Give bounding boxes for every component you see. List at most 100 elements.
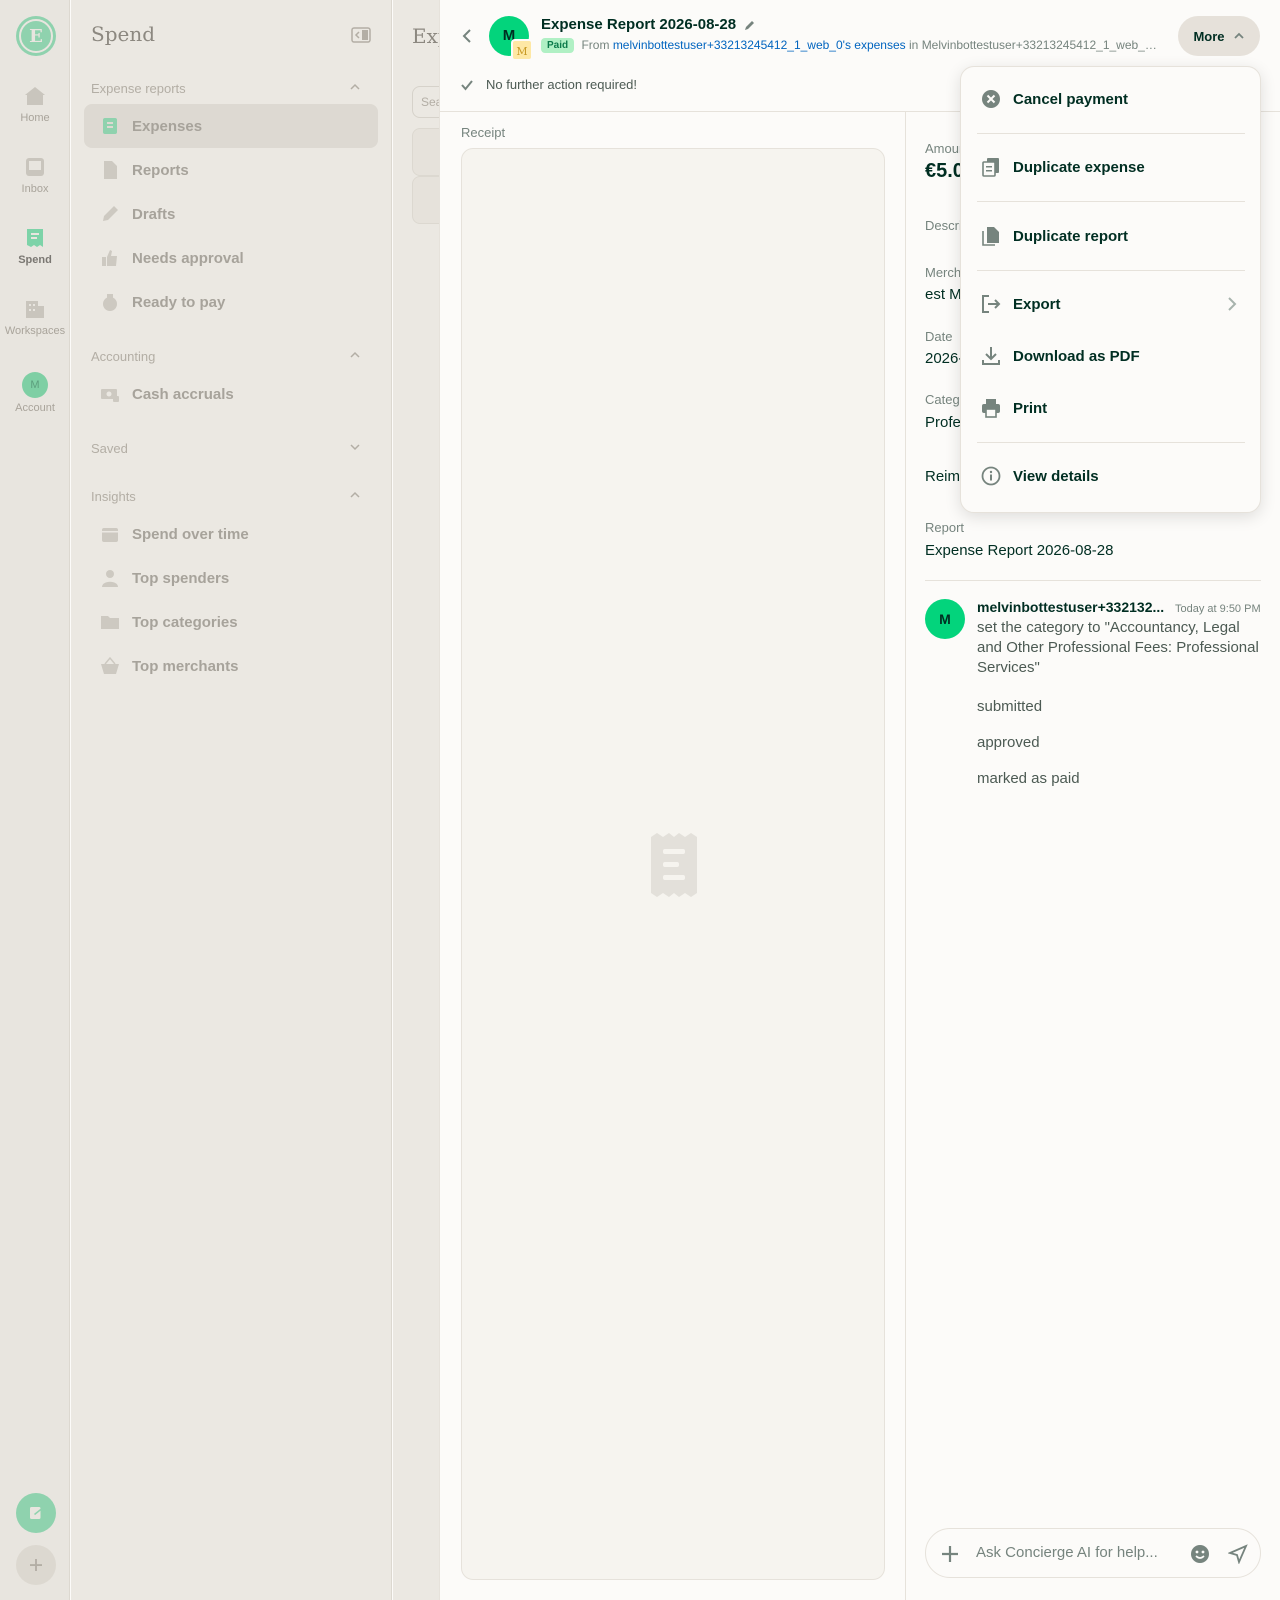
- menu-item-label: Duplicate report: [1013, 227, 1129, 245]
- report-subtitle: Paid From melvinbottestuser+33213245412_…: [541, 38, 1161, 54]
- merchant-value[interactable]: est M: [925, 286, 962, 303]
- rail-inbox-label: Inbox: [21, 183, 49, 195]
- receipt-icon: [103, 118, 117, 134]
- section-saved[interactable]: Saved: [91, 441, 361, 456]
- menu-divider: [977, 270, 1245, 271]
- menu-item-label: View details: [1013, 467, 1099, 485]
- nav-item-label: Expenses: [132, 117, 203, 135]
- section-expense-reports[interactable]: Expense reports: [91, 81, 361, 96]
- composer-placeholder[interactable]: Ask Concierge AI for help...: [976, 1544, 1158, 1561]
- search-input[interactable]: Search: [412, 86, 439, 118]
- user-icon: [102, 570, 118, 587]
- menu-divider: [977, 133, 1245, 134]
- list-item[interactable]: [412, 176, 439, 224]
- thumbs-up-icon: [102, 250, 117, 266]
- more-button[interactable]: More: [1178, 16, 1260, 56]
- menu-item-print[interactable]: Print: [961, 382, 1262, 434]
- basket-icon: [101, 656, 119, 674]
- rail-account[interactable]: M Account: [0, 372, 70, 414]
- status-badge: Paid: [541, 38, 575, 54]
- section-accounting-label: Accounting: [91, 349, 156, 364]
- export-icon: [982, 295, 1001, 313]
- section-insights[interactable]: Insights: [91, 489, 361, 504]
- status-text: No further action required!: [486, 77, 638, 92]
- receipt-label: Receipt: [461, 125, 506, 140]
- expensify-logo-icon[interactable]: E: [16, 16, 56, 56]
- activity-actor[interactable]: melvinbottestuser+332132...: [977, 599, 1167, 615]
- chevron-up-icon: [350, 83, 360, 90]
- nav-item-label: Drafts: [132, 205, 176, 223]
- chevron-up-icon: [350, 351, 360, 358]
- date-label: Date: [925, 329, 953, 344]
- rail-home[interactable]: Home: [0, 84, 70, 124]
- pencil-icon: [745, 21, 755, 31]
- nav-item-label: Ready to pay: [132, 293, 226, 311]
- nav-item-reports[interactable]: Reports: [84, 148, 378, 192]
- section-saved-label: Saved: [91, 441, 128, 456]
- menu-item-download-pdf[interactable]: Download as PDF: [961, 330, 1262, 382]
- nav-item-spend-over-time[interactable]: Spend over time: [84, 512, 378, 556]
- printer-icon: [982, 399, 1000, 418]
- cash-icon: [101, 389, 119, 402]
- nav-item-top-merchants[interactable]: Top merchants: [84, 644, 378, 688]
- spend-icon: [27, 229, 43, 247]
- rail-workspaces-label: Workspaces: [4, 325, 66, 337]
- rail-workspaces[interactable]: Workspaces: [0, 297, 70, 337]
- activity-text: set the category to "Accountancy, Legal …: [977, 619, 1259, 676]
- category-value[interactable]: Profe: [925, 414, 961, 431]
- report-title[interactable]: Expense Report 2026-08-28: [541, 16, 756, 33]
- from-link[interactable]: melvinbottestuser+33213245412_1_web_0's …: [613, 38, 906, 52]
- rail-home-label: Home: [20, 112, 50, 124]
- plus-icon: [30, 1559, 42, 1571]
- nav-item-ready-to-pay[interactable]: Ready to pay: [84, 280, 378, 324]
- activity-line: marked as paid: [977, 770, 1080, 787]
- workspace-name: Melvinbottestuser+33213245412_1_web_0...: [921, 38, 1161, 52]
- nav-item-drafts[interactable]: Drafts: [84, 192, 378, 236]
- menu-divider: [977, 201, 1245, 202]
- report-value[interactable]: Expense Report 2026-08-28: [925, 542, 1113, 559]
- plus-icon[interactable]: [940, 1544, 960, 1564]
- send-icon[interactable]: [1228, 1544, 1248, 1564]
- nav-item-label: Top categories: [132, 613, 238, 631]
- back-arrow-icon[interactable]: [460, 28, 476, 44]
- menu-item-label: Export: [1013, 295, 1061, 313]
- download-icon: [982, 347, 1000, 365]
- nav-item-top-spenders[interactable]: Top spenders: [84, 556, 378, 600]
- rail-spend[interactable]: Spend: [0, 226, 70, 266]
- duplicate-icon: [982, 158, 999, 177]
- report-label: Report: [925, 520, 965, 535]
- avatar[interactable]: M: [925, 599, 965, 639]
- list-item[interactable]: [412, 128, 439, 176]
- avatar: M: [22, 372, 48, 398]
- money-bag-icon: [103, 294, 117, 311]
- nav-item-label: Cash accruals: [132, 385, 234, 403]
- nav-item-top-categories[interactable]: Top categories: [84, 600, 378, 644]
- nav-item-expenses[interactable]: Expenses: [84, 104, 378, 148]
- menu-item-export[interactable]: Export: [961, 278, 1262, 330]
- pencil-icon: [103, 206, 118, 221]
- nav-item-cash-accruals[interactable]: Cash accruals: [84, 372, 378, 416]
- date-value[interactable]: 2026-: [925, 350, 963, 367]
- add-button[interactable]: [16, 1545, 56, 1585]
- collapse-sidebar-icon[interactable]: [351, 27, 371, 43]
- report-title-text: Expense Report 2026-08-28: [541, 16, 737, 33]
- new-expense-button[interactable]: [16, 1493, 56, 1533]
- rail-inbox[interactable]: Inbox: [0, 155, 70, 195]
- expenses-list-panel: Expenses Search: [393, 0, 439, 1600]
- compose-icon: [30, 1507, 43, 1519]
- nav-title: Spend: [91, 22, 156, 46]
- menu-item-duplicate-report[interactable]: Duplicate report: [961, 210, 1262, 262]
- emoji-icon[interactable]: [1190, 1544, 1210, 1564]
- menu-item-label: Download as PDF: [1013, 347, 1140, 365]
- document-icon: [982, 227, 999, 246]
- cancel-icon: [982, 90, 1000, 108]
- section-accounting[interactable]: Accounting: [91, 349, 361, 364]
- folder-icon: [101, 616, 119, 629]
- menu-item-cancel-payment[interactable]: Cancel payment: [961, 73, 1262, 125]
- menu-item-duplicate-expense[interactable]: Duplicate expense: [961, 141, 1262, 193]
- nav-item-needs-approval[interactable]: Needs approval: [84, 236, 378, 280]
- chat-composer[interactable]: Ask Concierge AI for help...: [925, 1528, 1261, 1578]
- receipt-dropzone[interactable]: [461, 148, 885, 1580]
- from-prefix: From: [581, 38, 610, 52]
- menu-item-view-details[interactable]: View details: [961, 450, 1262, 502]
